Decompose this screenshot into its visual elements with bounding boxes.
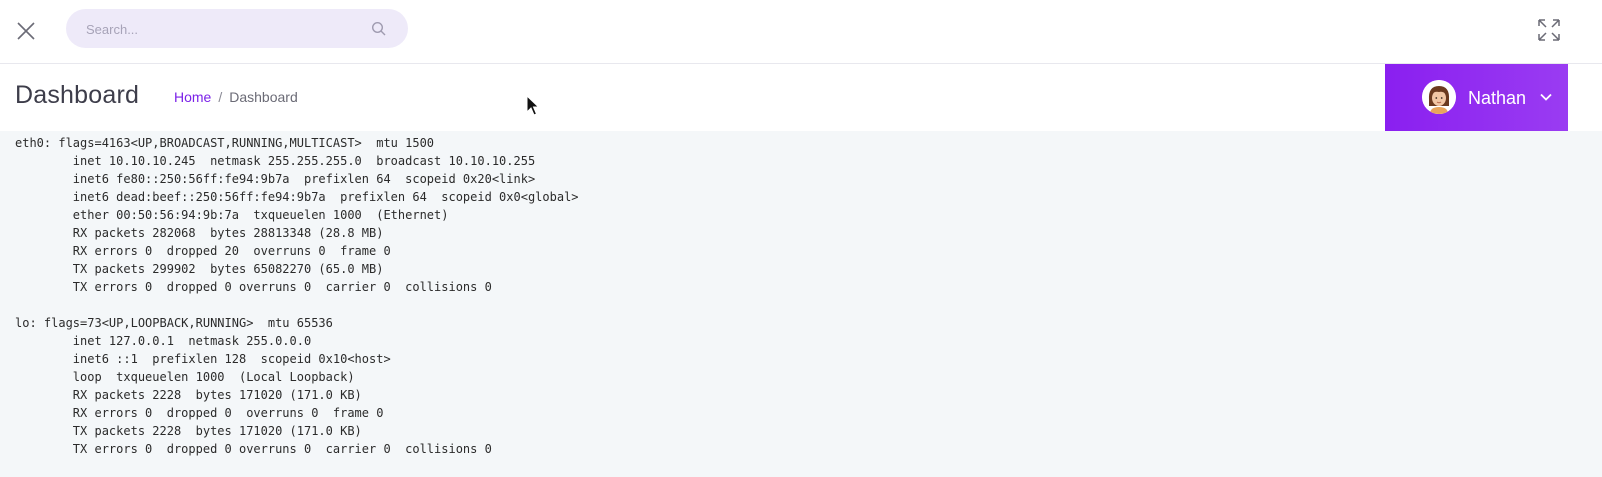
command-output-text: eth0: flags=4163<UP,BROADCAST,RUNNING,MU…	[15, 136, 579, 456]
chevron-down-icon	[1540, 93, 1552, 101]
avatar	[1422, 80, 1456, 114]
mouse-cursor-icon	[526, 95, 540, 116]
user-name: Nathan	[1468, 88, 1527, 108]
search-input[interactable]	[84, 9, 358, 50]
search-icon[interactable]	[371, 21, 387, 37]
fullscreen-icon[interactable]	[1536, 17, 1562, 43]
breadcrumb: Home / Dashboard	[174, 89, 298, 105]
close-icon	[17, 22, 35, 40]
close-button[interactable]	[14, 19, 38, 43]
search-box	[66, 9, 408, 50]
breadcrumb-separator: /	[218, 89, 223, 105]
user-avatar-icon	[1422, 80, 1456, 114]
command-output-panel: eth0: flags=4163<UP,BROADCAST,RUNNING,MU…	[0, 131, 1602, 477]
user-menu-button[interactable]: Nathan	[1385, 64, 1568, 131]
breadcrumb-current: Dashboard	[229, 89, 298, 105]
top-bar	[0, 0, 1602, 64]
breadcrumb-home-link[interactable]: Home	[174, 89, 211, 105]
page-title: Dashboard	[15, 81, 140, 109]
page-header: Dashboard Home / Dashboard	[0, 64, 1602, 131]
